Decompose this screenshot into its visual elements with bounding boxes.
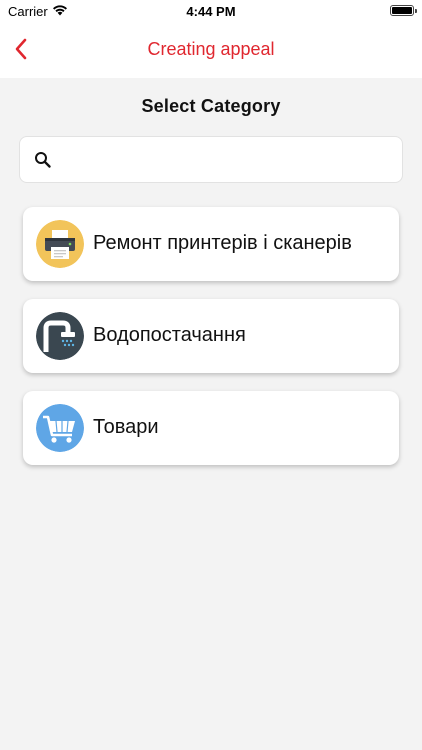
clock: 4:44 PM: [186, 4, 236, 19]
category-label: Водопостачання: [93, 324, 246, 346]
category-card-water-supply[interactable]: Водопостачання: [23, 299, 399, 373]
shower-icon: [36, 312, 84, 360]
battery-icon: [390, 5, 417, 16]
search-icon: [35, 152, 51, 168]
category-card-goods[interactable]: Товари: [23, 391, 399, 465]
status-bar: Carrier 4:44 PM: [0, 0, 422, 24]
category-label: Товари: [93, 416, 159, 438]
navigation-bar: Creating appeal: [0, 24, 422, 78]
search-input[interactable]: [64, 145, 394, 175]
section-title: Select Category: [141, 96, 281, 116]
printer-icon: [36, 220, 84, 268]
category-label: Ремонт принтерів і сканерів: [93, 232, 352, 254]
cart-icon: [36, 404, 84, 452]
category-card-printer-repair[interactable]: Ремонт принтерів і сканерів: [23, 207, 399, 281]
search-box[interactable]: [19, 136, 403, 183]
page-title: Creating appeal: [147, 39, 275, 59]
